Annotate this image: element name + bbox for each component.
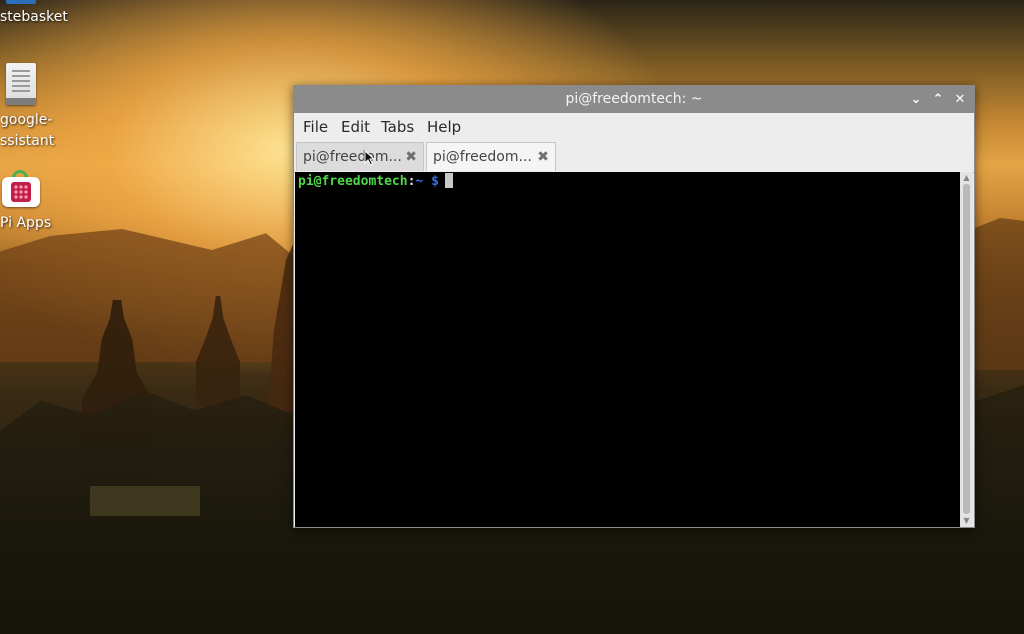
- tab-label: pi@freedom...: [303, 149, 402, 165]
- tab-terminal-2[interactable]: pi@freedom... ✖: [426, 142, 556, 171]
- terminal-window[interactable]: pi@freedomtech: ~ ⌄ ⌃ ✕ File Edit Tabs H…: [293, 85, 975, 528]
- document-icon: [6, 63, 36, 105]
- terminal-console[interactable]: pi@freedomtech:~ $: [295, 172, 960, 527]
- window-title: pi@freedomtech: ~: [565, 91, 703, 107]
- background-field: [90, 486, 200, 516]
- desktop-icon-label: stebasket: [0, 9, 68, 25]
- background-mountains-left: [0, 229, 320, 362]
- pi-apps-grid: [11, 182, 31, 202]
- menu-bar: File Edit Tabs Help: [294, 113, 974, 141]
- maximize-button[interactable]: ⌃: [929, 91, 947, 109]
- close-button[interactable]: ✕: [951, 91, 969, 109]
- scroll-up-icon[interactable]: ▲: [960, 172, 973, 184]
- desktop-icon-label: google-: [0, 112, 53, 128]
- mouse-pointer-icon: [364, 150, 376, 166]
- prompt-dollar: $: [431, 174, 439, 189]
- tab-close-icon[interactable]: ✖: [405, 143, 417, 172]
- desktop-icon-label: ssistant: [0, 133, 55, 149]
- desktop-icon-label: Pi Apps: [0, 215, 52, 231]
- tab-close-icon[interactable]: ✖: [537, 143, 549, 172]
- tab-bar: pi@freedom... ✖ pi@freedom... ✖: [294, 141, 974, 173]
- desktop: stebasket google- ssistant Pi Apps pi@fr…: [0, 0, 1024, 634]
- prompt-line: pi@freedomtech:~ $: [298, 173, 453, 190]
- menu-edit[interactable]: Edit: [341, 113, 370, 141]
- menu-tabs[interactable]: Tabs: [381, 113, 414, 141]
- tab-label: pi@freedom...: [433, 149, 532, 165]
- wastebasket-icon: [6, 0, 36, 4]
- window-titlebar[interactable]: pi@freedomtech: ~ ⌄ ⌃ ✕: [294, 86, 974, 113]
- tab-terminal-1[interactable]: pi@freedom... ✖: [296, 142, 424, 171]
- menu-help[interactable]: Help: [427, 113, 461, 141]
- scroll-down-icon[interactable]: ▼: [960, 515, 973, 527]
- minimize-button[interactable]: ⌄: [907, 91, 925, 109]
- text-cursor: [444, 173, 453, 188]
- vertical-scrollbar[interactable]: ▲ ▼: [960, 172, 973, 527]
- menu-file[interactable]: File: [303, 113, 328, 141]
- prompt-path: ~: [415, 174, 424, 189]
- prompt-user-host: pi@freedomtech: [298, 174, 408, 189]
- scroll-thumb[interactable]: [963, 184, 970, 514]
